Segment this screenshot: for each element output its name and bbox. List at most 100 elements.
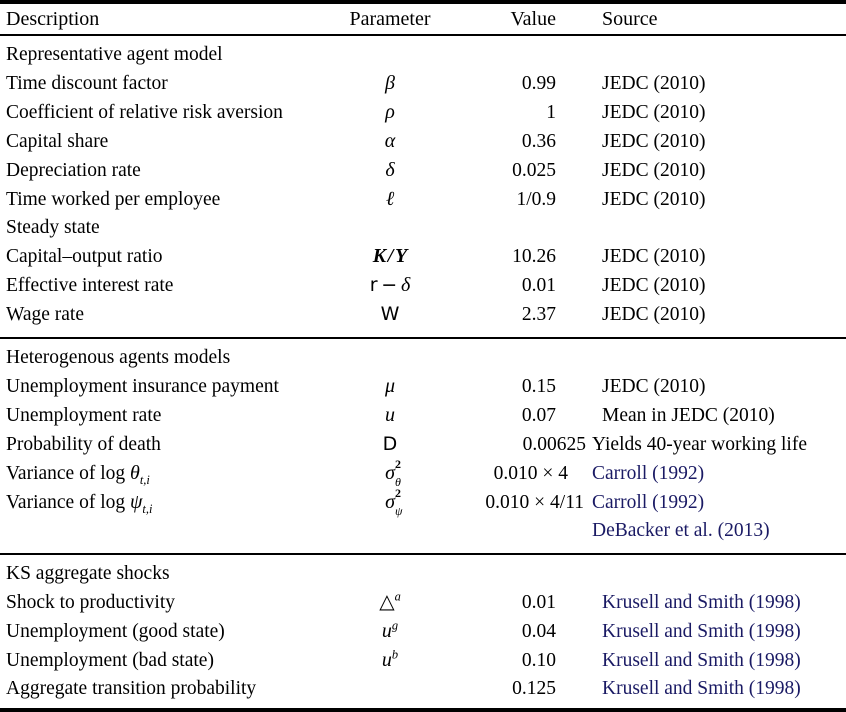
source-text: JEDC (2010) <box>602 102 706 123</box>
table-row: Aggregate transition probability 0.125 K… <box>0 675 846 703</box>
delta-a-symbol: △a <box>379 589 401 613</box>
psi-symbol: ψt,i <box>130 491 153 516</box>
row-description: Wage rate <box>6 304 84 325</box>
row-parameter: σ2ψ <box>330 486 450 518</box>
row-value: 0.36 <box>521 131 556 152</box>
row-source: Carroll (1992) <box>590 459 846 488</box>
column-header-value: Value <box>510 8 556 30</box>
source-link[interactable]: Krusell and Smith (1998) <box>602 650 801 671</box>
row-source: Krusell and Smith (1998) <box>590 617 846 646</box>
row-parameter: ug <box>330 617 450 646</box>
row-description: Unemployment insurance payment <box>6 376 279 397</box>
row-parameter: σ2θ <box>330 457 450 489</box>
table-row: Capital–output ratio K / Y 10.26 JEDC (2… <box>0 242 846 271</box>
table-row: DeBacker et al. (2013) <box>0 517 846 545</box>
row-value: 1/0.9 <box>516 189 556 210</box>
row-source: Carroll (1992) <box>590 488 846 517</box>
row-description: Capital–output ratio <box>6 246 163 267</box>
spacer <box>0 703 846 710</box>
table-row: Unemployment rate u 0.07 Mean in JEDC (2… <box>0 401 846 430</box>
row-parameter: △a <box>330 588 450 617</box>
row-source: JEDC (2010) <box>590 69 846 98</box>
row-parameter: u <box>385 404 395 426</box>
row-parameter: ρ <box>385 101 395 123</box>
section-heading-heterogenous-agents-models: Heterogenous agents models <box>6 347 231 368</box>
sigma-squared-theta-symbol: σ2θ <box>385 457 401 489</box>
row-value: 0.01 <box>521 275 556 296</box>
row-parameter: μ <box>384 375 396 397</box>
row-parameter: ℓ <box>385 188 395 210</box>
row-parameter: r − δ <box>369 274 411 296</box>
source-text: JEDC (2010) <box>602 304 706 325</box>
row-source: JEDC (2010) <box>590 242 846 271</box>
section-heading-ks-aggregate-shocks: KS aggregate shocks <box>6 563 170 584</box>
row-parameter: D <box>382 433 398 455</box>
column-header-description: Description <box>6 8 100 30</box>
source-text: Mean in JEDC (2010) <box>602 405 775 426</box>
row-parameter <box>330 517 450 545</box>
source-text: JEDC (2010) <box>602 131 706 152</box>
row-description: Effective interest rate <box>6 275 174 296</box>
table-row: Shock to productivity △a 0.01 Krusell an… <box>0 588 846 617</box>
row-description: Shock to productivity <box>6 592 175 613</box>
row-value: 0.125 <box>512 678 556 699</box>
row-value: 0.01 <box>521 592 556 613</box>
source-text: JEDC (2010) <box>602 189 706 210</box>
source-text: JEDC (2010) <box>602 73 706 94</box>
row-value: 0.99 <box>521 73 556 94</box>
source-text: JEDC (2010) <box>602 376 706 397</box>
source-link[interactable]: Krusell and Smith (1998) <box>602 678 801 699</box>
u-good-symbol: ug <box>381 618 399 642</box>
row-source: Krusell and Smith (1998) <box>590 675 846 703</box>
row-description: Coefficient of relative risk aversion <box>6 102 283 123</box>
section-heading-row: Representative agent model <box>0 41 846 69</box>
row-description <box>0 517 330 545</box>
row-value: 0.010 × 4/11 <box>485 492 584 513</box>
table-row: Unemployment (good state) ug 0.04 Krusel… <box>0 617 846 646</box>
section-heading-row: Heterogenous agents models <box>0 344 846 372</box>
row-source: JEDC (2010) <box>590 300 846 329</box>
row-parameter <box>330 675 450 703</box>
source-text: JEDC (2010) <box>602 160 706 181</box>
table-row: Variance of log ψt,i σ2ψ 0.010 × 4/11 Ca… <box>0 486 846 518</box>
row-source: JEDC (2010) <box>590 185 846 214</box>
table-row: Coefficient of relative risk aversion ρ … <box>0 98 846 127</box>
u-bad-symbol: ub <box>381 647 399 671</box>
row-source: JEDC (2010) <box>590 271 846 300</box>
source-text: JEDC (2010) <box>602 246 706 267</box>
row-source: JEDC (2010) <box>590 127 846 156</box>
source-text: Yields 40-year working life <box>592 434 807 455</box>
row-description: Capital share <box>6 131 109 152</box>
row-description: Time discount factor <box>6 73 168 94</box>
row-source: Mean in JEDC (2010) <box>590 401 846 430</box>
source-link[interactable]: Krusell and Smith (1998) <box>602 621 801 642</box>
source-link[interactable]: Carroll (1992) <box>592 463 704 484</box>
row-description: Unemployment rate <box>6 405 162 426</box>
row-value: 0.010 × 4 <box>493 463 568 484</box>
row-parameter: β <box>385 72 395 94</box>
row-source: JEDC (2010) <box>590 98 846 127</box>
row-parameter: W <box>380 303 400 325</box>
table-row: Variance of log θt,i σ2θ 0.010 × 4 Carro… <box>0 457 846 489</box>
table-row: Capital share α 0.36 JEDC (2010) <box>0 127 846 156</box>
row-value: 1 <box>546 102 556 123</box>
row-value: 0.00625 <box>522 434 586 455</box>
table-row: Time discount factor β 0.99 JEDC (2010) <box>0 69 846 98</box>
section-heading-representative-agent-model: Representative agent model <box>6 44 223 65</box>
source-link[interactable]: Carroll (1992) <box>592 492 704 513</box>
row-source: Krusell and Smith (1998) <box>590 588 846 617</box>
source-text: JEDC (2010) <box>602 275 706 296</box>
source-link[interactable]: DeBacker et al. (2013) <box>592 520 770 541</box>
sigma-squared-psi-symbol: σ2ψ <box>385 486 403 518</box>
row-parameter: K / Y <box>372 245 408 267</box>
table-row: Depreciation rate δ 0.025 JEDC (2010) <box>0 156 846 185</box>
spacer <box>0 545 846 554</box>
row-value: 0.15 <box>521 376 556 397</box>
column-header-source: Source <box>602 8 658 30</box>
source-link[interactable]: Krusell and Smith (1998) <box>602 592 801 613</box>
row-source: DeBacker et al. (2013) <box>590 517 846 545</box>
row-value: 0.04 <box>521 621 556 642</box>
row-description: Aggregate transition probability <box>6 678 257 699</box>
row-description: Time worked per employee <box>6 189 221 210</box>
theta-symbol: θt,i <box>130 462 150 487</box>
